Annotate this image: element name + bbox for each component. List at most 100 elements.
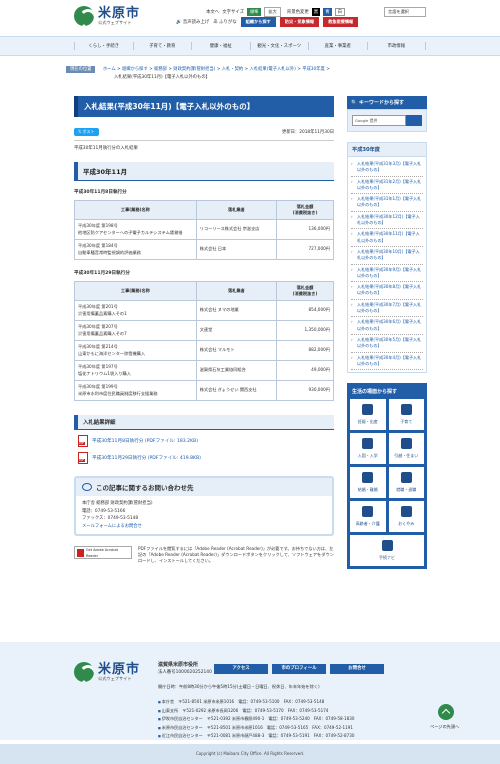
- year-list-item[interactable]: 入札結果(平成30年5月)【電子入札以外のもの】: [351, 335, 423, 353]
- childcare-icon: [400, 404, 412, 416]
- year-list-item[interactable]: 入札結果(平成30年4月)【電子入札以外のもの】: [351, 353, 423, 371]
- life-item-moving[interactable]: 引越・住まい: [388, 433, 424, 465]
- font-standard-button[interactable]: 標準: [247, 8, 262, 16]
- page-top-label[interactable]: ページの先頭へ: [430, 724, 459, 730]
- bg-white-button[interactable]: 白: [334, 8, 345, 16]
- year-list-item[interactable]: 入札結果(平成30年9月)【電子入札以外のもの】: [351, 265, 423, 283]
- life-item-pregnancy[interactable]: 妊娠・出産: [350, 399, 386, 431]
- bg-blue-button[interactable]: 青: [323, 8, 332, 16]
- office-item: 本庁舎 〒521-8501 米原市米原1016 電話：0749-53-5100 …: [158, 698, 354, 707]
- search-button[interactable]: [406, 115, 422, 126]
- tweet-button[interactable]: 𝕏 ポスト: [74, 128, 99, 136]
- table-row: 平成30年度 第201号 災害用備蓄品素購入その1 株式会社 ヌマの地業 854,…: [74, 300, 334, 321]
- year-title: 平成30年度: [347, 142, 427, 157]
- acrobat-download-button[interactable]: Get Adobe Acrobat Reader: [74, 546, 132, 559]
- year-list-item[interactable]: 入札結果(平成30年11月)【電子入札以外のもの】: [351, 229, 423, 247]
- life-item-procedure-navi[interactable]: 手続ナビ: [350, 535, 424, 567]
- breadcrumb-item[interactable]: 入札・契約: [222, 67, 243, 72]
- contact-title: この記事に関するお問い合わせ先: [96, 484, 194, 492]
- access-button[interactable]: アクセス: [214, 664, 268, 674]
- detail-title: 入札結果詳細: [74, 415, 334, 430]
- life-item-condolence[interactable]: おくやみ: [388, 501, 424, 533]
- office-list: 本庁舎 〒521-8501 米原市米原1016 電話：0749-53-5100 …: [158, 698, 355, 741]
- breadcrumb-item[interactable]: 入札結果(電子入札以外): [250, 67, 296, 72]
- font-large-button[interactable]: 拡大: [264, 7, 281, 17]
- pregnancy-icon: [362, 404, 374, 416]
- contact-mail-link[interactable]: メールフォームによるお問合せ: [82, 524, 142, 529]
- search-input[interactable]: Google 提供: [352, 115, 406, 126]
- life-scenes-box: 生活の場面から探す 妊娠・出産 子育て 入園・入学 引越・住まい 結婚・離婚 就…: [347, 383, 427, 570]
- results-table-2: 工事(業務)名称 落札業者 落札金額 (消費税抜き) 平成30年度 第201号 災害…: [74, 281, 334, 401]
- find-by-organization-button[interactable]: 組織から探す: [240, 17, 276, 27]
- gnav-item-life[interactable]: くらし・手続き: [74, 42, 133, 50]
- year-list-item[interactable]: 入札結果(平成30年12月)【電子入札以外のもの】: [351, 212, 423, 230]
- breadcrumb-item[interactable]: 財政契約課(管財担当): [173, 67, 215, 72]
- disaster-info-button[interactable]: 防災・気象情報: [279, 17, 320, 27]
- inquiry-button[interactable]: お問合せ: [330, 664, 384, 674]
- year-list-item[interactable]: 入札結果(平成30年8月)【電子入札以外のもの】: [351, 282, 423, 300]
- breadcrumb-item[interactable]: 平成30年度: [302, 67, 325, 72]
- table-row: 平成30年度 第207号 災害用備蓄品素購入その7 文連堂 1,350,000円: [74, 320, 334, 341]
- city-profile-button[interactable]: 市のプロフィール: [272, 664, 326, 674]
- col-amount-header: 落札金額 (消費税抜き): [276, 200, 334, 220]
- year-list-item[interactable]: 入札結果(平成30年10月)【電子入札以外のもの】: [351, 247, 423, 265]
- footer-logo[interactable]: 米原市 公式ウェブサイト: [74, 662, 140, 682]
- gnav-item-childcare[interactable]: 子育て・教育: [132, 42, 192, 50]
- emergency-medical-button[interactable]: 救急医療情報: [323, 17, 359, 27]
- life-item-childcare[interactable]: 子育て: [388, 399, 424, 431]
- life-item-employment[interactable]: 就職・退職: [388, 467, 424, 499]
- table-row: 平成30年度 第214号 山東かもに海洋センター除雪機購入 株式会社 マルモト 8…: [74, 340, 334, 361]
- results-table-1: 工事(業務)名称 落札業者 落札金額 (消費税抜き) 平成30年度 第198号 他地…: [74, 200, 334, 260]
- page-title: 入札結果(平成30年11月)【電子入札以外のもの】: [74, 96, 334, 117]
- col-amount-header: 落札金額 (消費税抜き): [276, 281, 334, 301]
- sidebar: 🔍 キーワードから探す Google 提供 平成30年度 入札結果(平成31年3…: [347, 96, 427, 570]
- breadcrumb-item[interactable]: 組織から探す: [122, 67, 148, 72]
- site-logo[interactable]: 米原市 公式ウェブサイト: [74, 6, 140, 26]
- global-nav: くらし・手続き 子育て・教育 健康・福祉 観光・文化・スポーツ 産業・事業者 市…: [0, 36, 500, 56]
- pdf-link-2[interactable]: 平成30年11月29日執行分 (PDFファイル: 419.8KB): [78, 452, 334, 464]
- speech-bubble-icon: [82, 483, 92, 491]
- acrobat-icon: [77, 548, 84, 557]
- year-list-item[interactable]: 入札結果(平成31年2月)【電子入札以外のもの】: [351, 177, 423, 195]
- intro-text: 平成30年11月執行分の入札結果: [74, 140, 334, 151]
- read-aloud-link[interactable]: 🔊 音声読み上げ: [176, 19, 209, 25]
- contact-phone: 電話：0749-53-5166: [82, 508, 126, 514]
- school-icon: [362, 438, 374, 450]
- gnav-item-health[interactable]: 健康・福祉: [191, 42, 250, 50]
- breadcrumb-item[interactable]: 総務部: [154, 67, 167, 72]
- page-top-button[interactable]: [438, 704, 454, 720]
- breadcrumb-current: 入札結果(平成30年11月)【電子入札以外のもの】: [114, 75, 210, 80]
- life-item-school[interactable]: 入園・入学: [350, 433, 386, 465]
- pdf-link-1[interactable]: 平成30年11月8日執行分 (PDFファイル: 183.2KB): [78, 435, 334, 447]
- year-list-item[interactable]: 入札結果(平成31年3月)【電子入札以外のもの】: [351, 159, 423, 177]
- furigana-link[interactable]: あ ふりがな: [213, 19, 236, 25]
- pdf-icon: [78, 435, 88, 447]
- city-emblem-icon: [74, 6, 94, 26]
- gnav-item-government[interactable]: 市政情報: [366, 42, 426, 50]
- breadcrumb-home[interactable]: ホーム: [103, 67, 116, 72]
- life-item-marriage[interactable]: 結婚・離婚: [350, 467, 386, 499]
- footer-logo-name: 米原市: [98, 661, 141, 677]
- table1-heading: 平成30年11月8日執行分: [74, 190, 127, 195]
- breadcrumb-label: 現在の位置: [66, 66, 96, 73]
- table-row: 平成30年度 第198号 他地区防クアセンターへの子電子カルテシステム賃貸借 リコ…: [74, 219, 334, 240]
- briefcase-icon: [400, 472, 412, 484]
- rings-icon: [362, 472, 374, 484]
- bg-black-button[interactable]: 黒: [311, 8, 321, 16]
- footer-org: 滋賀県米原市役所 法人番号1000020252140: [158, 662, 212, 675]
- year-list-item[interactable]: 入札結果(平成31年1月)【電子入札以外のもの】: [351, 194, 423, 212]
- header-row2: 🔊 音声読み上げ あ ふりがな 組織から探す 防災・気象情報 救急医療情報: [176, 17, 359, 27]
- life-item-elderly[interactable]: 高齢者・介護: [350, 501, 386, 533]
- logo-name: 米原市: [98, 5, 141, 21]
- skip-to-content-link[interactable]: 本文へ: [206, 9, 219, 15]
- gnav-item-industry[interactable]: 産業・事業者: [308, 42, 367, 50]
- office-item: 山東支所 〒521-0292 米原市長岡1206 電話：0749-53-5170…: [158, 707, 354, 716]
- year-list: 入札結果(平成31年3月)【電子入札以外のもの】 入札結果(平成31年2月)【電…: [347, 157, 427, 374]
- year-list-item[interactable]: 入札結果(平成30年6月)【電子入札以外のもの】: [351, 317, 423, 335]
- breadcrumb: 現在の位置 ホーム > 組織から探す > 総務部 > 財政契約課(管財担当) >…: [66, 66, 436, 82]
- gnav-item-tourism[interactable]: 観光・文化・スポーツ: [249, 42, 309, 50]
- year-list-item[interactable]: 入札結果(平成30年7月)【電子入札以外のもの】: [351, 300, 423, 318]
- main-content: 入札結果(平成30年11月)【電子入札以外のもの】 𝕏 ポスト 更新日：2018…: [74, 96, 334, 564]
- language-select[interactable]: 言語を選択: [384, 7, 426, 17]
- table2-heading: 平成30年11月29日執行分: [74, 271, 130, 276]
